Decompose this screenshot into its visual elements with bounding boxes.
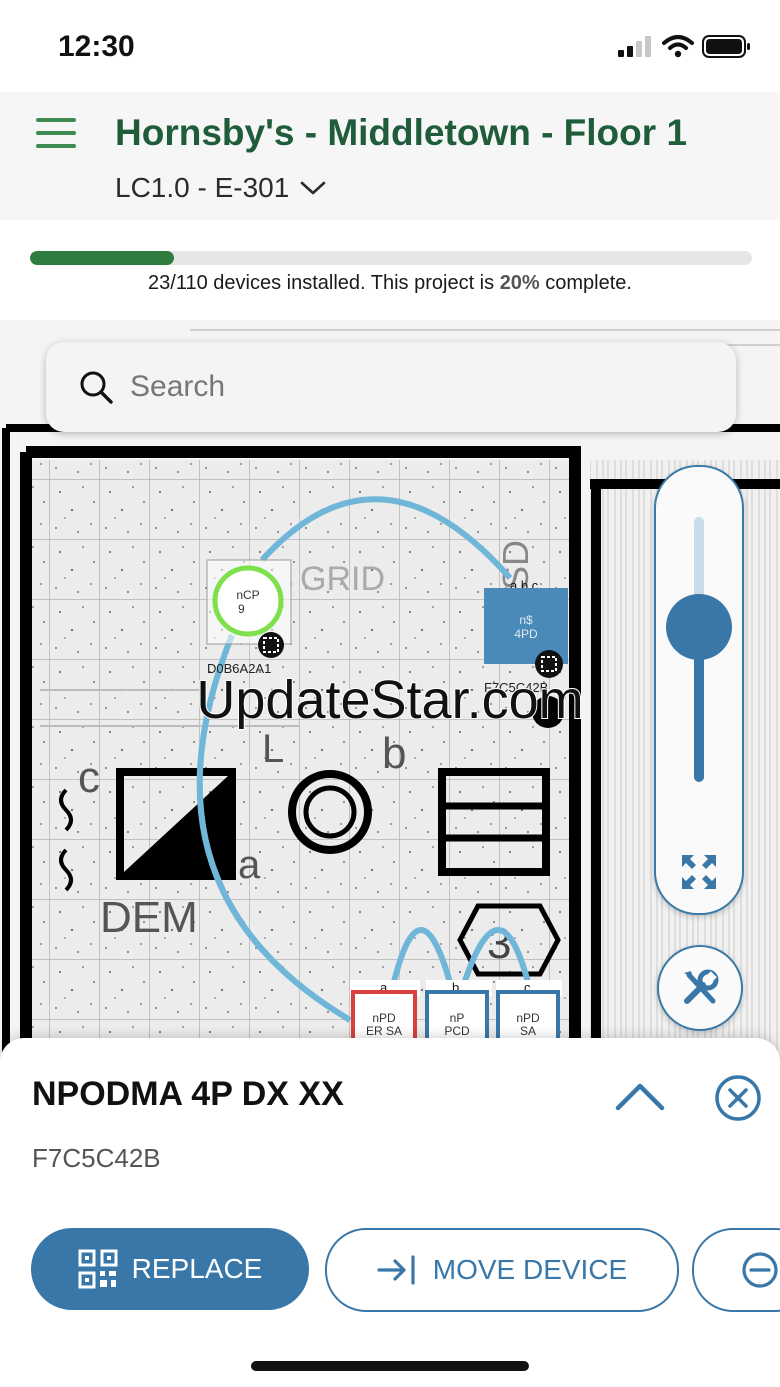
room-mark: L — [262, 727, 284, 771]
svg-text:4PD: 4PD — [514, 627, 538, 641]
svg-text:9: 9 — [238, 602, 245, 616]
progress-text: 23/110 devices installed. This project i… — [148, 272, 632, 294]
svg-text:nCP: nCP — [236, 588, 259, 602]
close-icon[interactable] — [713, 1073, 763, 1123]
svg-text:SA: SA — [520, 1024, 536, 1038]
search-icon — [80, 371, 113, 404]
replace-label: REPLACE — [131, 1253, 263, 1284]
qr-icon — [78, 1249, 118, 1289]
drawing-label: LC1.0 - E-301 — [115, 172, 290, 203]
battery-icon — [702, 35, 750, 58]
progress-bar — [30, 251, 752, 265]
move-device-label: MOVE DEVICE — [432, 1254, 628, 1285]
room-mark: a — [238, 843, 261, 887]
chevron-down-icon — [301, 181, 326, 195]
svg-text:nPD: nPD — [516, 1011, 540, 1025]
watermark: UpdateStar.com — [196, 670, 583, 730]
room-mark: c — [78, 753, 100, 802]
wifi-icon — [662, 35, 694, 58]
svg-text:ER SA: ER SA — [366, 1024, 402, 1038]
home-indicator — [251, 1361, 529, 1371]
zoom-slider-thumb[interactable] — [666, 594, 732, 660]
svg-text:n$: n$ — [519, 613, 533, 627]
move-device-button[interactable]: MOVE DEVICE — [325, 1228, 679, 1312]
expand-icon[interactable] — [679, 852, 719, 892]
room-mark: b — [382, 729, 406, 778]
device-id: F7C5C42B — [32, 1143, 161, 1173]
room-mark: 3 — [487, 919, 511, 968]
minus-icon — [742, 1252, 778, 1288]
replace-button[interactable]: REPLACE — [31, 1228, 309, 1310]
search-box[interactable] — [46, 342, 736, 432]
project-title: Hornsby's - Middletown - Floor 1 — [115, 112, 688, 153]
signal-icon — [618, 36, 651, 57]
remove-device-button[interactable] — [692, 1228, 780, 1312]
tools-button[interactable] — [657, 945, 743, 1031]
menu-icon[interactable] — [36, 118, 76, 150]
status-time: 12:30 — [58, 30, 135, 63]
room-mark: DEM — [100, 893, 198, 942]
svg-text:nPD: nPD — [372, 1011, 396, 1025]
progress-fill — [30, 251, 175, 265]
room-mark: GRID — [300, 560, 385, 598]
svg-text:nP: nP — [450, 1011, 465, 1025]
tools-icon — [684, 969, 719, 1004]
device-name: NPODMA 4P DX XX — [32, 1075, 344, 1113]
search-input[interactable] — [128, 369, 692, 405]
zoom-panel — [654, 465, 744, 915]
chevron-up-icon[interactable] — [614, 1080, 666, 1114]
move-icon — [377, 1255, 415, 1285]
svg-text:PCD: PCD — [444, 1024, 470, 1038]
drawing-selector[interactable]: LC1.0 - E-301 — [115, 172, 327, 204]
